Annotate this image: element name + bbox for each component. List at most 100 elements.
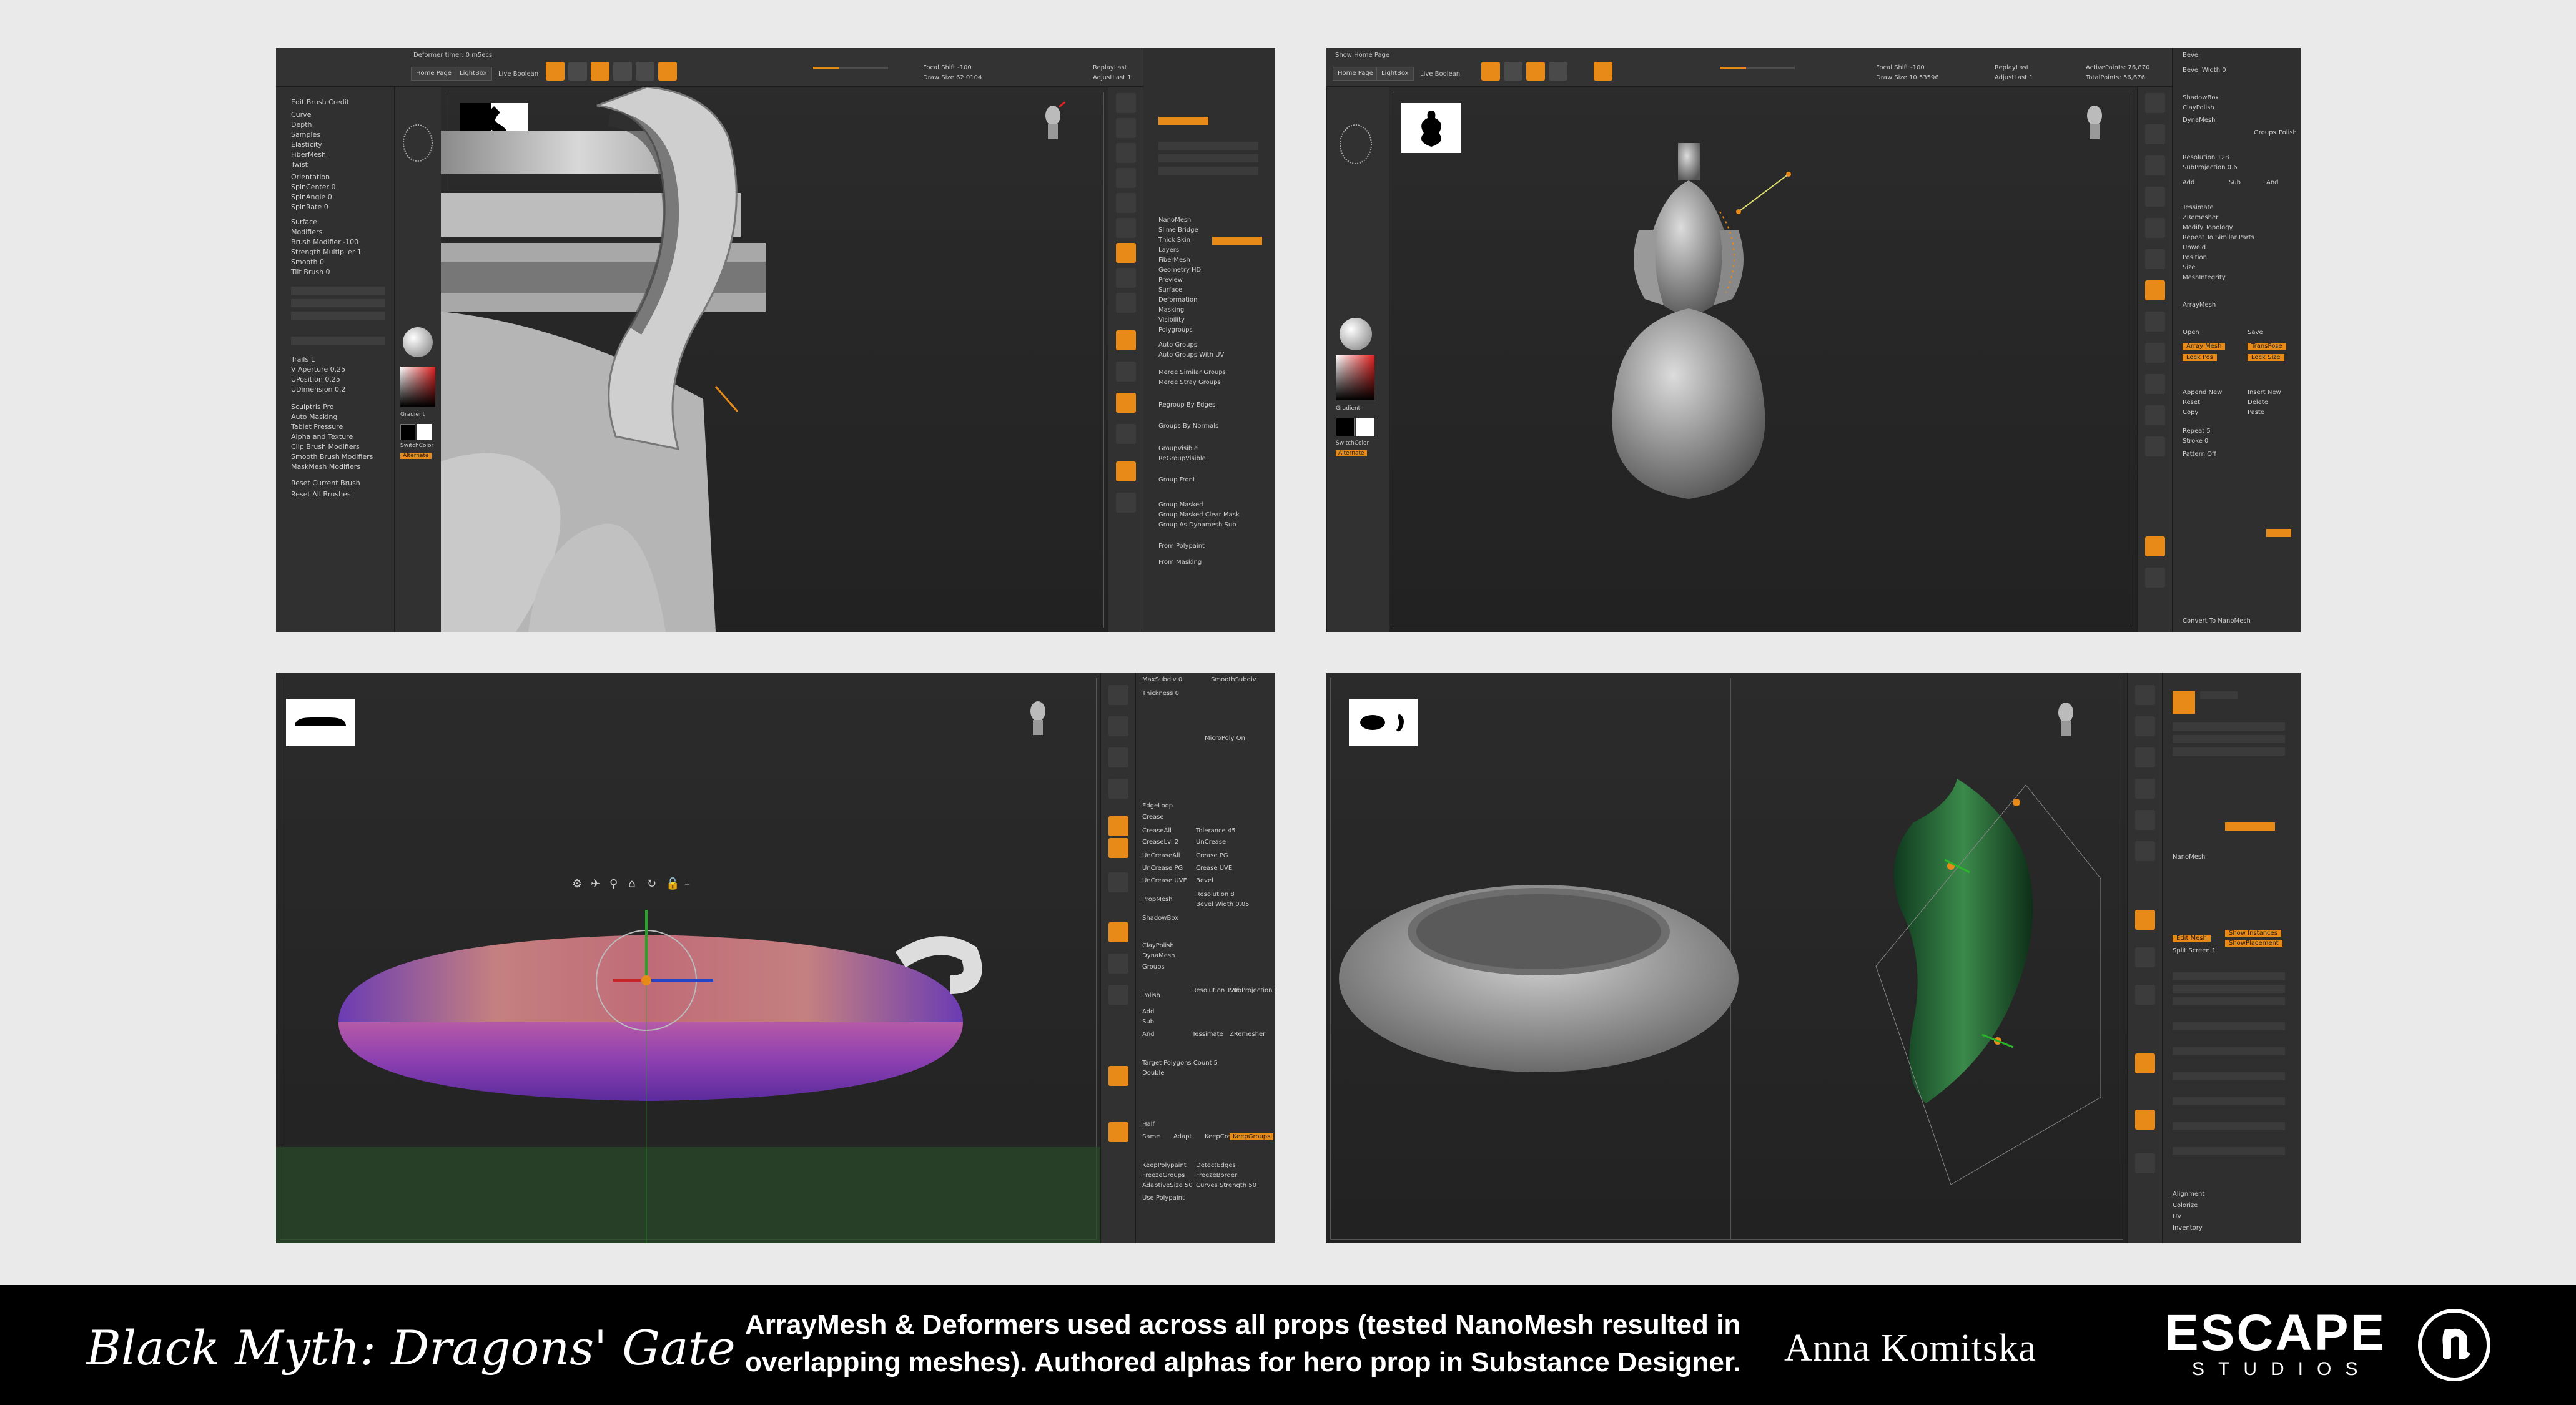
navigation-head-icon[interactable] xyxy=(2082,102,2107,145)
swatch-white[interactable] xyxy=(1356,418,1374,436)
viewport[interactable] xyxy=(1326,673,2127,1243)
xpose-icon[interactable] xyxy=(2135,1153,2155,1173)
menu-item[interactable]: Deformation xyxy=(1158,297,1197,303)
button[interactable]: Crease PG xyxy=(1196,852,1228,859)
button[interactable]: Pattern Off xyxy=(2183,451,2216,458)
section-header[interactable]: ArrayMesh xyxy=(2183,302,2216,308)
persp-icon[interactable] xyxy=(1116,218,1136,238)
slider-label[interactable]: Stroke 0 xyxy=(2183,438,2208,445)
button[interactable]: UnCrease PG xyxy=(1142,865,1183,872)
button[interactable]: Modify Topology xyxy=(2183,224,2233,231)
button[interactable]: DetectEdges xyxy=(1196,1162,1236,1169)
button[interactable]: UnCrease UVE xyxy=(1142,877,1187,884)
button[interactable]: Adapt xyxy=(1173,1133,1192,1140)
button[interactable]: Merge Stray Groups xyxy=(1158,379,1221,386)
replay-last[interactable]: ReplayLast xyxy=(1093,64,1127,71)
menu-item[interactable]: Depth xyxy=(291,121,312,129)
dynamic-icon[interactable] xyxy=(1116,193,1136,213)
menu-item[interactable]: Sculptris Pro xyxy=(291,403,334,411)
button[interactable]: Group Masked xyxy=(1158,501,1203,508)
color-picker[interactable] xyxy=(400,367,435,407)
solo-icon[interactable] xyxy=(1116,461,1136,481)
spix-button[interactable] xyxy=(1108,685,1128,705)
transp-icon[interactable] xyxy=(1116,424,1136,444)
gizmo-icon[interactable] xyxy=(1594,62,1612,81)
button[interactable]: Group Masked Clear Mask xyxy=(1158,511,1240,518)
gradient-label[interactable]: Gradient xyxy=(400,412,425,418)
slider-label[interactable]: SpinRate 0 xyxy=(291,203,328,211)
slider-label[interactable]: Add xyxy=(1142,1008,1154,1015)
viewport[interactable] xyxy=(441,87,1108,632)
slider[interactable] xyxy=(291,287,385,295)
lock-pos-button[interactable]: Lock Pos xyxy=(2183,354,2217,361)
slider[interactable] xyxy=(291,299,385,307)
navigation-head-icon[interactable] xyxy=(2053,699,2078,742)
section-header[interactable]: Groups xyxy=(1142,964,1165,970)
slider-label[interactable]: UPosition 0.25 xyxy=(291,375,340,383)
button[interactable]: Target Polygons Count 5 xyxy=(1142,1060,1218,1067)
section-header[interactable]: UV xyxy=(2173,1213,2181,1220)
swatch-black[interactable] xyxy=(1336,418,1355,436)
zoom-icon[interactable] xyxy=(2145,124,2165,144)
color-picker[interactable] xyxy=(1336,355,1374,400)
slider-label[interactable]: Half xyxy=(1142,1121,1155,1128)
solo-icon[interactable] xyxy=(1108,1122,1128,1142)
menu-item[interactable]: Twist xyxy=(291,160,308,169)
button[interactable]: Insert New xyxy=(2248,389,2281,396)
show-instances-button[interactable]: Show Instances xyxy=(2225,930,2281,937)
persp-icon[interactable] xyxy=(2135,841,2155,861)
slider-label[interactable]: MaxSubdiv 0 xyxy=(1142,676,1182,683)
menu-item[interactable]: Surface xyxy=(291,218,317,226)
menu-item[interactable]: NanoMesh xyxy=(1158,217,1191,224)
menu-item[interactable]: Curve xyxy=(291,111,311,119)
frame-icon[interactable] xyxy=(2145,343,2165,363)
section-header[interactable]: EdgeLoop xyxy=(1142,802,1173,809)
move-icon[interactable] xyxy=(1526,62,1545,81)
slider-label[interactable]: ShadowBox xyxy=(1142,915,1178,922)
section-header[interactable]: Alignment xyxy=(2173,1191,2204,1198)
zoom-icon[interactable] xyxy=(1116,118,1136,138)
menu-item[interactable]: Geometry HD xyxy=(1158,267,1201,274)
slider-label[interactable]: Repeat 5 xyxy=(2183,428,2211,435)
slider[interactable] xyxy=(2173,735,2285,743)
home-icon[interactable]: ⌂ xyxy=(628,877,635,890)
menu-item[interactable]: Masking xyxy=(1158,307,1184,313)
slider-label[interactable]: Use Polypaint xyxy=(1142,1195,1185,1201)
edit-mesh-button[interactable]: Edit Mesh xyxy=(2173,935,2211,942)
swatch-white[interactable] xyxy=(417,424,432,440)
transpose-button[interactable]: TransPose xyxy=(2248,343,2286,350)
slider-label[interactable]: CreaseLvl 2 xyxy=(1142,839,1178,845)
slider-label[interactable]: SpinAngle 0 xyxy=(291,193,332,201)
menu-item[interactable]: Smooth Brush Modifiers xyxy=(291,453,373,461)
pin-icon[interactable]: ✈ xyxy=(591,877,600,890)
viewport[interactable] xyxy=(1389,87,2137,632)
lock-icon[interactable]: 🔓 xyxy=(666,877,679,890)
section-header[interactable]: Crease xyxy=(1142,814,1164,821)
aahalf-icon[interactable] xyxy=(1116,168,1136,188)
edit-icon[interactable] xyxy=(1481,62,1500,81)
lock-size-button[interactable]: Lock Size xyxy=(2248,354,2284,361)
home-page-tab[interactable]: Home Page xyxy=(1333,67,1378,81)
alternate-button[interactable]: Alternate xyxy=(1336,450,1367,456)
slider-label[interactable]: Sub xyxy=(1142,1018,1154,1025)
reset-button[interactable]: Reset Current Brush xyxy=(291,479,360,487)
slider-label[interactable]: SubProjection 0.6 xyxy=(2183,164,2238,171)
slider-label[interactable]: Bevel Width 0 xyxy=(2183,67,2226,74)
button[interactable]: MicroPoly On xyxy=(1205,735,1245,742)
navigation-head-icon[interactable] xyxy=(1040,102,1065,145)
transpose-icon[interactable] xyxy=(1340,124,1372,164)
button[interactable]: Groups xyxy=(2254,129,2276,136)
slider-label[interactable]: Tilt Brush 0 xyxy=(291,268,330,276)
reset-button[interactable]: Reset All Brushes xyxy=(291,490,351,498)
button[interactable]: Group As Dynamesh Sub xyxy=(1158,521,1236,528)
slider-label[interactable]: SmoothSubdiv xyxy=(1211,676,1256,683)
slider[interactable] xyxy=(1158,167,1258,175)
swatch-black[interactable] xyxy=(400,424,415,440)
slider[interactable] xyxy=(2173,1097,2285,1105)
section-header[interactable]: Inventory xyxy=(2173,1225,2203,1231)
menu-item[interactable]: Modifiers xyxy=(291,228,322,236)
slider[interactable] xyxy=(2173,747,2285,756)
button[interactable]: Convert To NanoMesh xyxy=(2183,618,2251,624)
button[interactable]: Curves Strength 50 xyxy=(1196,1182,1256,1189)
scale-view-icon[interactable] xyxy=(2145,405,2165,425)
